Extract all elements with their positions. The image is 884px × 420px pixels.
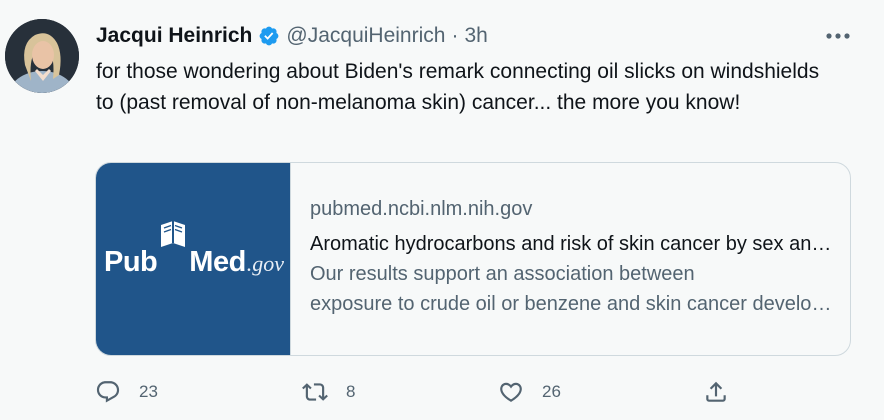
share-icon bbox=[706, 381, 726, 402]
heart-icon bbox=[500, 382, 522, 402]
author-name[interactable]: Jacqui Heinrich bbox=[96, 24, 252, 48]
tweet-actions: 23 8 26 bbox=[95, 374, 855, 410]
like-button[interactable]: 26 bbox=[498, 374, 561, 410]
tweet-text: for those wondering about Biden's remark… bbox=[96, 60, 820, 114]
author-handle[interactable]: @JacquiHeinrich bbox=[286, 24, 445, 48]
card-title: Aromatic hydrocarbons and risk of skin c… bbox=[310, 233, 836, 255]
like-count: 26 bbox=[542, 382, 561, 401]
reply-button[interactable]: 23 bbox=[95, 374, 158, 410]
pubmed-logo: Pub Med .gov bbox=[104, 221, 284, 279]
card-body: pubmed.ncbi.nlm.nih.gov Aromatic hydroca… bbox=[310, 195, 836, 319]
retweet-count: 8 bbox=[346, 382, 356, 401]
card-domain: pubmed.ncbi.nlm.nih.gov bbox=[310, 198, 533, 220]
verified-badge-icon bbox=[258, 25, 280, 47]
share-button[interactable] bbox=[703, 374, 729, 410]
avatar[interactable] bbox=[5, 19, 79, 93]
retweet-icon bbox=[302, 383, 328, 401]
book-icon bbox=[158, 221, 188, 271]
more-options-button[interactable] bbox=[820, 22, 856, 50]
reply-icon bbox=[96, 381, 120, 403]
link-preview-card[interactable]: Pub Med .gov pubmed.ncbi.nlm.nih.gov Aro… bbox=[95, 162, 851, 356]
reply-count: 23 bbox=[139, 382, 158, 401]
more-horizontal-icon bbox=[826, 33, 850, 39]
separator-dot: · bbox=[451, 24, 459, 47]
card-thumbnail: Pub Med .gov bbox=[96, 163, 291, 355]
card-description: Our results support an association betwe… bbox=[310, 263, 836, 315]
timestamp[interactable]: 3h bbox=[464, 24, 487, 48]
tweet[interactable]: Jacqui Heinrich @JacquiHeinrich · 3h for… bbox=[0, 0, 884, 420]
avatar-image bbox=[5, 19, 79, 93]
tweet-header: Jacqui Heinrich @JacquiHeinrich · 3h bbox=[96, 22, 488, 50]
retweet-button[interactable]: 8 bbox=[302, 374, 355, 410]
